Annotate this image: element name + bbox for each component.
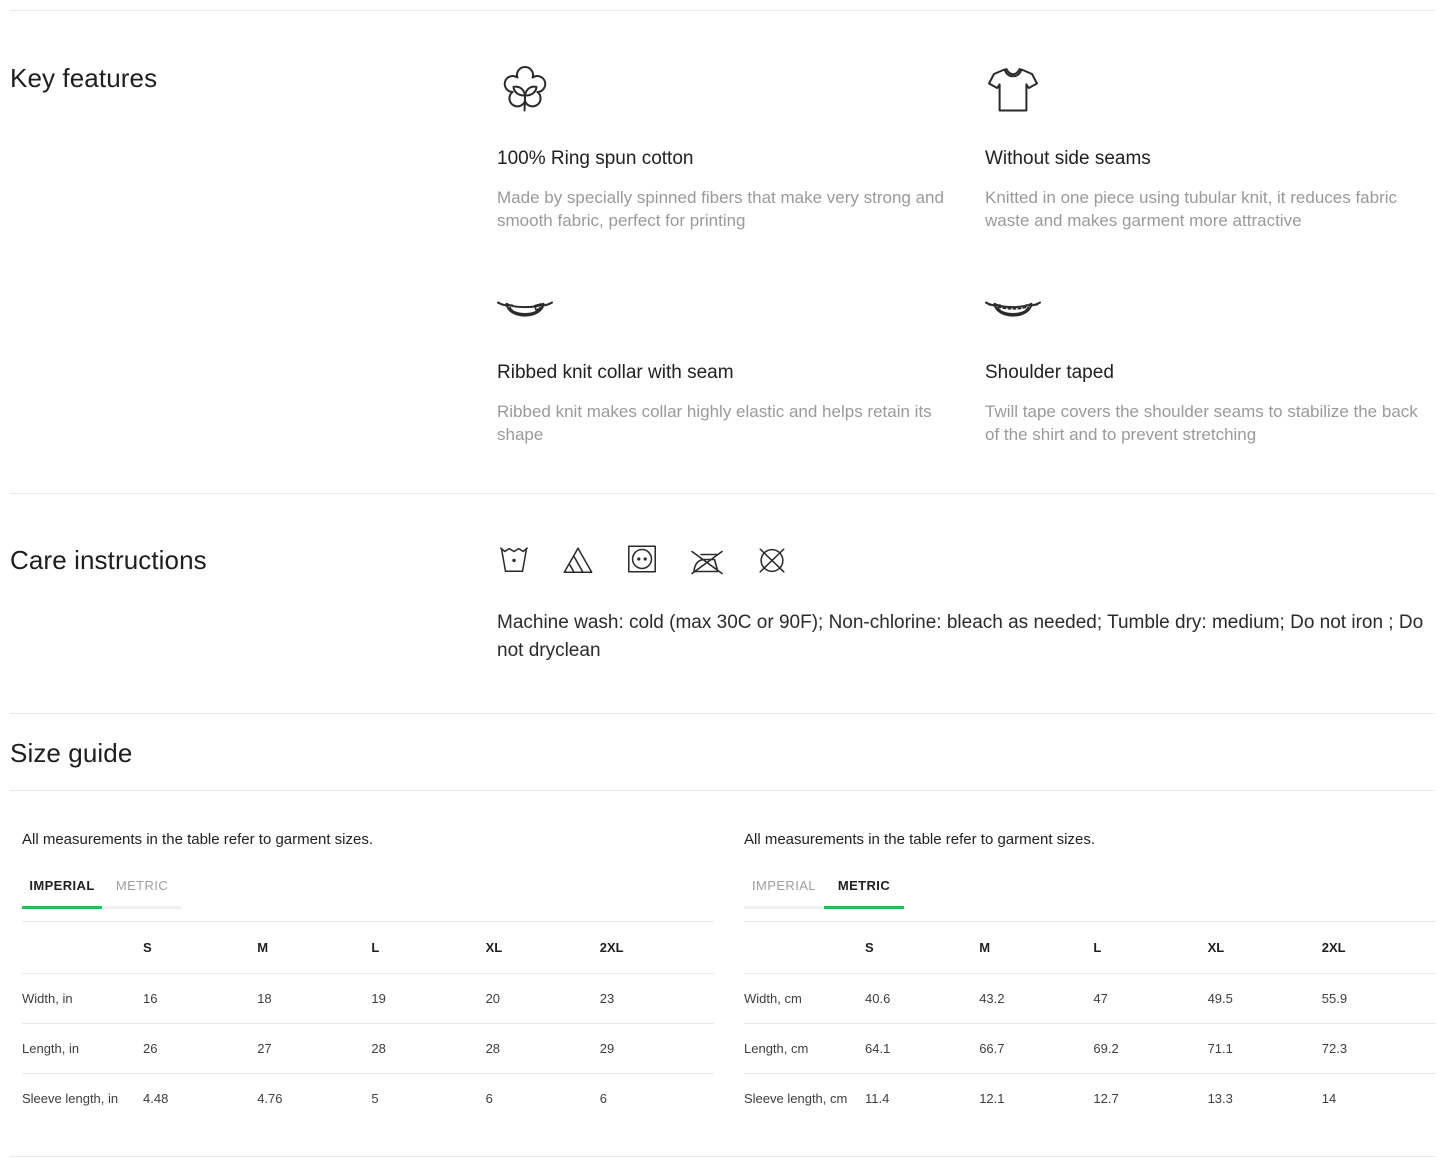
size-guide-header: Size guide xyxy=(0,714,1445,790)
size-cell: 20 xyxy=(486,974,600,1024)
care-instructions-section: Care instructions xyxy=(0,494,1445,713)
size-table-imperial: SMLXL2XLWidth, in1618192023Length, in262… xyxy=(22,921,714,1123)
size-col-header: S xyxy=(865,922,979,974)
feature-ribbed-knit-collar: Ribbed knit collar with seam Ribbed knit… xyxy=(497,288,945,446)
feature-description: Twill tape covers the shoulder seams to … xyxy=(985,400,1433,446)
feature-description: Made by specially spinned fibers that ma… xyxy=(497,186,945,232)
size-table-row: Length, in2627282829 xyxy=(22,1024,714,1074)
size-cell: 23 xyxy=(600,974,714,1024)
size-cell: 18 xyxy=(257,974,371,1024)
size-table-row: Sleeve length, cm11.412.112.713.314 xyxy=(744,1074,1436,1124)
size-cell: 19 xyxy=(371,974,485,1024)
do-not-dryclean-icon xyxy=(755,543,789,582)
collar-taped-icon xyxy=(985,288,1433,332)
size-cell: 29 xyxy=(600,1024,714,1074)
size-cell: 16 xyxy=(143,974,257,1024)
feature-description: Knitted in one piece using tubular knit,… xyxy=(985,186,1433,232)
do-not-iron-icon xyxy=(689,545,725,582)
tshirt-icon xyxy=(985,62,1433,118)
size-cell: 4.76 xyxy=(257,1074,371,1124)
size-cell: 40.6 xyxy=(865,974,979,1024)
size-cell: 28 xyxy=(371,1024,485,1074)
cotton-icon xyxy=(497,62,945,118)
feature-title: 100% Ring spun cotton xyxy=(497,147,945,171)
size-cell: 6 xyxy=(600,1074,714,1124)
size-row-label: Sleeve length, cm xyxy=(744,1074,865,1124)
size-cell: 43.2 xyxy=(979,974,1093,1024)
tab-metric[interactable]: METRIC xyxy=(102,878,182,909)
measurements-note: All measurements in the table refer to g… xyxy=(22,831,714,849)
size-cell: 49.5 xyxy=(1208,974,1322,1024)
size-cell: 4.48 xyxy=(143,1074,257,1124)
size-cell: 47 xyxy=(1093,974,1207,1024)
size-col-header: 2XL xyxy=(600,922,714,974)
size-cell: 69.2 xyxy=(1093,1024,1207,1074)
size-cell: 64.1 xyxy=(865,1024,979,1074)
size-table-row: Sleeve length, in4.484.76566 xyxy=(22,1074,714,1124)
size-cell: 14 xyxy=(1322,1074,1436,1124)
size-row-label: Length, in xyxy=(22,1024,143,1074)
size-col-header: L xyxy=(371,922,485,974)
size-cell: 6 xyxy=(486,1074,600,1124)
size-guide-content: All measurements in the table refer to g… xyxy=(0,791,1445,1156)
size-cell: 55.9 xyxy=(1322,974,1436,1024)
care-instructions-content: Machine wash: cold (max 30C or 90F); Non… xyxy=(497,544,1430,665)
feature-description: Ribbed knit makes collar highly elastic … xyxy=(497,400,945,446)
size-cell: 26 xyxy=(143,1024,257,1074)
size-col-header: XL xyxy=(1208,922,1322,974)
tumble-dry-medium-icon xyxy=(625,541,659,582)
size-row-label: Length, cm xyxy=(744,1024,865,1074)
key-features-section: Key features 100% Ring spun cotton Made … xyxy=(0,11,1445,493)
size-cell: 71.1 xyxy=(1208,1024,1322,1074)
size-cell: 13.3 xyxy=(1208,1074,1322,1124)
size-col-header-empty xyxy=(22,922,143,974)
size-panel-imperial: All measurements in the table refer to g… xyxy=(22,831,714,1123)
size-row-label: Width, cm xyxy=(744,974,865,1024)
size-col-header-empty xyxy=(744,922,865,974)
size-col-header: 2XL xyxy=(1322,922,1436,974)
size-cell: 11.4 xyxy=(865,1074,979,1124)
unit-tabs: IMPERIAL METRIC xyxy=(22,878,714,909)
size-col-header: L xyxy=(1093,922,1207,974)
feature-shoulder-taped: Shoulder taped Twill tape covers the sho… xyxy=(985,288,1433,446)
size-col-header: M xyxy=(257,922,371,974)
feature-title: Without side seams xyxy=(985,147,1433,171)
size-row-label: Width, in xyxy=(22,974,143,1024)
tab-imperial[interactable]: IMPERIAL xyxy=(22,878,102,909)
size-panel-metric: All measurements in the table refer to g… xyxy=(744,831,1436,1123)
measurements-note: All measurements in the table refer to g… xyxy=(744,831,1436,849)
feature-without-side-seams: Without side seams Knitted in one piece … xyxy=(985,62,1433,232)
size-table-row: Length, cm64.166.769.271.172.3 xyxy=(744,1024,1436,1074)
tab-imperial[interactable]: IMPERIAL xyxy=(744,878,824,909)
size-cell: 12.7 xyxy=(1093,1074,1207,1124)
care-instructions-title: Care instructions xyxy=(10,544,497,576)
size-cell: 5 xyxy=(371,1074,485,1124)
feature-title: Shoulder taped xyxy=(985,361,1433,385)
size-cell: 66.7 xyxy=(979,1024,1093,1074)
size-col-header: XL xyxy=(486,922,600,974)
size-col-header: S xyxy=(143,922,257,974)
tab-metric[interactable]: METRIC xyxy=(824,878,904,909)
size-guide-title: Size guide xyxy=(10,737,1435,769)
unit-tabs: IMPERIAL METRIC xyxy=(744,878,1436,909)
size-table-row: Width, in1618192023 xyxy=(22,974,714,1024)
non-chlorine-bleach-icon xyxy=(561,543,595,582)
bottom-divider xyxy=(10,1156,1435,1157)
machine-wash-cold-icon xyxy=(497,541,531,582)
size-cell: 28 xyxy=(486,1024,600,1074)
collar-seam-icon xyxy=(497,288,945,332)
feature-title: Ribbed knit collar with seam xyxy=(497,361,945,385)
size-cell: 72.3 xyxy=(1322,1024,1436,1074)
size-col-header: M xyxy=(979,922,1093,974)
features-grid: 100% Ring spun cotton Made by specially … xyxy=(497,62,1433,446)
key-features-title: Key features xyxy=(10,62,497,94)
size-cell: 27 xyxy=(257,1024,371,1074)
care-instructions-text: Machine wash: cold (max 30C or 90F); Non… xyxy=(497,609,1430,665)
feature-ring-spun-cotton: 100% Ring spun cotton Made by specially … xyxy=(497,62,945,232)
care-icons-row xyxy=(497,544,1430,582)
size-row-label: Sleeve length, in xyxy=(22,1074,143,1124)
size-table-metric: SMLXL2XLWidth, cm40.643.24749.555.9Lengt… xyxy=(744,921,1436,1123)
size-table-row: Width, cm40.643.24749.555.9 xyxy=(744,974,1436,1024)
size-cell: 12.1 xyxy=(979,1074,1093,1124)
